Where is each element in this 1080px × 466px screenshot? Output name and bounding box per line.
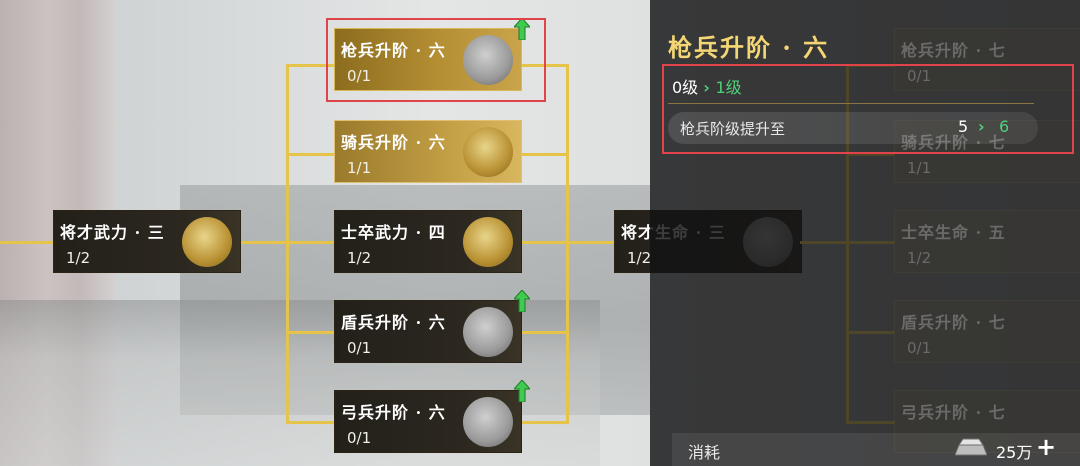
skill-node-jiangcai[interactable]: 将才武力 · 三 1/2 bbox=[53, 210, 241, 273]
connector bbox=[846, 331, 895, 334]
shield-emblem-icon bbox=[463, 307, 513, 357]
node-title: 弓兵升阶 · 六 bbox=[341, 403, 446, 422]
connector bbox=[520, 421, 569, 424]
node-count: 1/2 bbox=[907, 249, 932, 267]
node-count: 1/2 bbox=[347, 249, 372, 267]
node-title: 士卒武力 · 四 bbox=[341, 223, 446, 242]
skill-node-gong[interactable]: 弓兵升阶 · 六 0/1 bbox=[334, 390, 522, 453]
node-count: 1/1 bbox=[907, 159, 932, 177]
silver-ingot-icon bbox=[955, 438, 987, 456]
cost-label: 消耗 bbox=[688, 443, 721, 462]
upgrade-arrow-icon bbox=[514, 290, 530, 312]
skill-node-qi[interactable]: 骑兵升阶 · 六 1/1 bbox=[334, 120, 522, 183]
node-title: 盾兵升阶 · 七 bbox=[901, 313, 1006, 332]
cost-value: 25万 bbox=[996, 443, 1033, 462]
add-currency-button[interactable]: + bbox=[1036, 435, 1056, 459]
node-count: 0/1 bbox=[907, 339, 932, 357]
soldier-emblem-icon bbox=[463, 217, 513, 267]
highlight-selected-node bbox=[326, 18, 546, 102]
upgrade-arrow-icon bbox=[514, 380, 530, 402]
cavalry-emblem-icon bbox=[463, 127, 513, 177]
panel-title: 枪兵升阶 · 六 bbox=[668, 33, 830, 62]
connector bbox=[286, 331, 335, 334]
connector bbox=[286, 64, 289, 424]
connector bbox=[846, 421, 895, 424]
node-title: 枪兵升阶 · 七 bbox=[901, 41, 1006, 60]
connector bbox=[800, 241, 895, 244]
skill-node-faded[interactable]: 盾兵升阶 · 七 0/1 bbox=[894, 300, 1080, 363]
skill-node-dun[interactable]: 盾兵升阶 · 六 0/1 bbox=[334, 300, 522, 363]
skill-node-shizu[interactable]: 士卒武力 · 四 1/2 bbox=[334, 210, 522, 273]
game-scene: 枪兵升阶 · 六 0/1 骑兵升阶 · 六 1/1 将才武力 · 三 1/2 士… bbox=[0, 0, 1080, 466]
node-title: 骑兵升阶 · 六 bbox=[341, 133, 446, 152]
node-count: 1/2 bbox=[627, 249, 652, 267]
skill-node-faded[interactable]: 士卒生命 · 五 1/2 bbox=[894, 210, 1080, 273]
connector bbox=[0, 241, 55, 244]
node-title: 士卒生命 · 五 bbox=[901, 223, 1006, 242]
node-title: 将才武力 · 三 bbox=[60, 223, 165, 242]
node-count: 0/1 bbox=[347, 429, 372, 447]
connector bbox=[286, 153, 335, 156]
connector bbox=[520, 331, 569, 334]
node-title: 盾兵升阶 · 六 bbox=[341, 313, 446, 332]
node-count: 1/1 bbox=[347, 159, 372, 177]
general-emblem-icon bbox=[182, 217, 232, 267]
highlight-detail-box bbox=[662, 64, 1074, 154]
connector bbox=[520, 153, 569, 156]
archer-emblem-icon bbox=[463, 397, 513, 447]
connector bbox=[566, 64, 569, 424]
node-count: 0/1 bbox=[347, 339, 372, 357]
connector bbox=[286, 421, 335, 424]
node-count: 1/2 bbox=[66, 249, 91, 267]
node-title: 弓兵升阶 · 七 bbox=[901, 403, 1006, 422]
